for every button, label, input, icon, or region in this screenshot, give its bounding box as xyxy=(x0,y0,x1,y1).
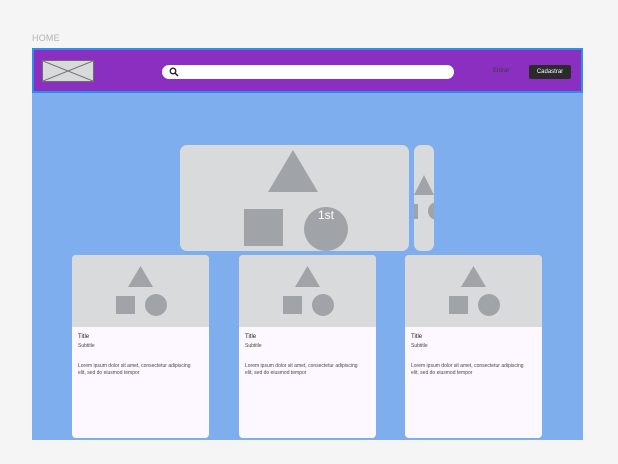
card-title: Title xyxy=(411,334,423,340)
frame-label: HOME xyxy=(32,33,60,43)
card[interactable]: Title Subtitle Lorem ipsum dolor sit ame… xyxy=(239,255,376,438)
card-subtitle: Subtitle xyxy=(78,343,95,349)
card-title: Title xyxy=(245,334,257,340)
card-subtitle: Subtitle xyxy=(411,343,428,349)
triangle-icon xyxy=(414,175,434,195)
card-body: Lorem ipsum dolor sit amet, consectetur … xyxy=(411,363,524,376)
navbar: Entrar Cadastrar xyxy=(32,48,583,93)
card-media xyxy=(239,255,376,327)
home-frame: Entrar Cadastrar 1st Title Subtitle Lore… xyxy=(32,48,583,440)
signup-button[interactable]: Cadastrar xyxy=(529,65,571,79)
square-icon xyxy=(244,209,283,246)
card-subtitle: Subtitle xyxy=(245,343,262,349)
search-bar[interactable] xyxy=(162,65,454,79)
circle-icon xyxy=(428,202,434,220)
card[interactable]: Title Subtitle Lorem ipsum dolor sit ame… xyxy=(405,255,542,438)
triangle-icon xyxy=(128,266,153,287)
circle-icon xyxy=(478,294,500,316)
square-icon xyxy=(283,296,302,314)
carousel-slide-next[interactable] xyxy=(414,145,434,251)
carousel-slide-active[interactable]: 1st xyxy=(180,145,409,251)
circle-icon xyxy=(312,294,334,316)
triangle-icon xyxy=(295,266,320,287)
card-media xyxy=(405,255,542,327)
square-icon xyxy=(116,296,135,314)
circle-icon xyxy=(145,294,167,316)
card-media xyxy=(72,255,209,327)
slide-badge: 1st xyxy=(317,208,334,222)
image-placeholder-icon xyxy=(42,60,94,82)
card-body: Lorem ipsum dolor sit amet, consectetur … xyxy=(245,363,358,376)
card-title: Title xyxy=(78,334,90,340)
square-icon xyxy=(414,204,418,219)
triangle-icon xyxy=(461,266,486,287)
card-body: Lorem ipsum dolor sit amet, consectetur … xyxy=(78,363,191,376)
card[interactable]: Title Subtitle Lorem ipsum dolor sit ame… xyxy=(72,255,209,438)
login-link[interactable]: Entrar xyxy=(493,68,509,74)
search-icon xyxy=(169,67,179,77)
triangle-icon xyxy=(268,150,318,192)
logo-placeholder[interactable] xyxy=(42,60,94,82)
square-icon xyxy=(449,296,468,314)
